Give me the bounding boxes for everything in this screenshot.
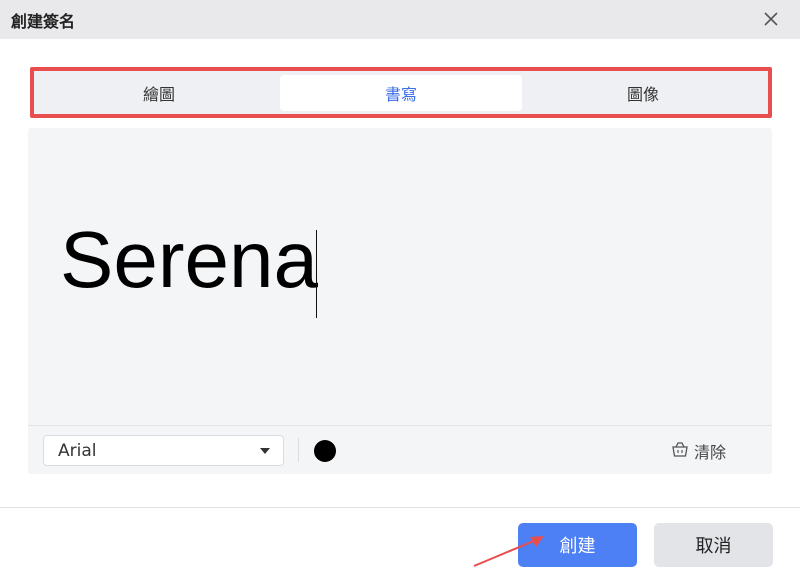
font-select[interactable]: Arial [43,435,284,466]
toolbar-separator [298,438,299,462]
tab-draw[interactable]: 繪圖 [38,75,280,111]
trash-icon [671,440,689,462]
signature-canvas[interactable]: Serena Arial 清除 [28,128,772,474]
dialog-title: 創建簽名 [11,11,76,31]
signature-mode-tabs: 繪圖 書寫 圖像 [38,75,764,111]
annotation-arrow [473,536,544,567]
tab-type[interactable]: 書寫 [280,75,522,111]
clear-label: 清除 [694,443,727,462]
dropdown-arrow-icon [260,448,270,454]
clear-button[interactable]: 清除 [671,439,726,463]
cancel-button[interactable]: 取消 [654,523,773,567]
footer-divider [0,507,800,508]
toolbar-divider [28,425,772,426]
font-select-value: Arial [58,440,97,461]
close-icon[interactable] [760,8,782,30]
ink-color-swatch[interactable] [314,440,336,462]
signature-text[interactable]: Serena [60,220,318,300]
tab-image[interactable]: 圖像 [522,75,764,111]
text-caret [316,230,317,318]
dialog-titlebar: 創建簽名 [0,0,800,39]
